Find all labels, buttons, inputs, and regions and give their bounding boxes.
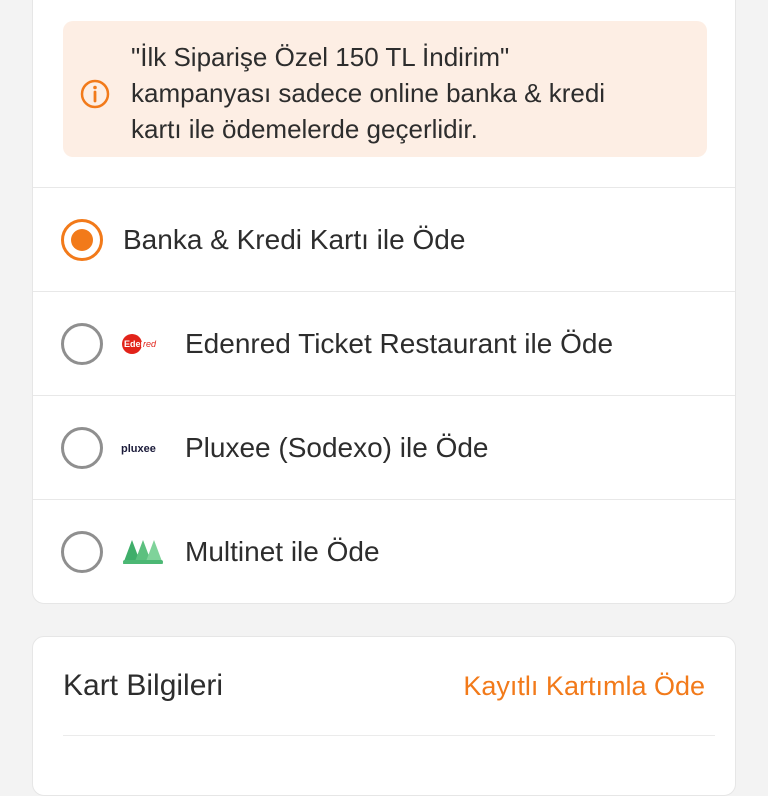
card-info-section: Kart Bilgileri Kayıtlı Kartımla Öde <box>32 636 736 796</box>
payment-option-label: Pluxee (Sodexo) ile Öde <box>185 432 489 463</box>
payment-option-pluxee[interactable]: pluxee Pluxee (Sodexo) ile Öde <box>33 395 735 499</box>
payment-option-label: Multinet ile Öde <box>185 536 380 567</box>
svg-text:red: red <box>143 339 157 349</box>
payment-method-card: "İlk Siparişe Özel 150 TL İndirim" kampa… <box>32 0 736 604</box>
payment-option-bank-card[interactable]: Banka & Kredi Kartı ile Öde <box>33 187 735 291</box>
saved-card-link[interactable]: Kayıtlı Kartımla Öde <box>463 671 705 702</box>
radio-button[interactable] <box>61 427 103 469</box>
multinet-logo <box>123 540 163 564</box>
pluxee-logo: pluxee <box>121 443 156 455</box>
payment-option-label: Edenred Ticket Restaurant ile Öde <box>185 328 614 359</box>
info-circle-icon <box>80 79 110 109</box>
payment-option-multinet[interactable]: Multinet ile Öde <box>33 499 735 603</box>
edenred-logo: Edenred red <box>122 334 160 354</box>
svg-text:pluxee: pluxee <box>121 443 156 455</box>
payment-option-label: Banka & Kredi Kartı ile Öde <box>123 224 466 255</box>
section-title: Kart Bilgileri <box>63 669 224 702</box>
campaign-notice: "İlk Siparişe Özel 150 TL İndirim" kampa… <box>63 21 707 157</box>
radio-button[interactable] <box>61 323 103 365</box>
campaign-notice-text: "İlk Siparişe Özel 150 TL İndirim" kampa… <box>131 42 606 144</box>
radio-button[interactable] <box>61 531 103 573</box>
radio-button-selected[interactable] <box>61 219 103 261</box>
divider <box>63 735 715 736</box>
payment-option-edenred[interactable]: Edenred red Edenred Ticket Restaurant il… <box>33 291 735 395</box>
